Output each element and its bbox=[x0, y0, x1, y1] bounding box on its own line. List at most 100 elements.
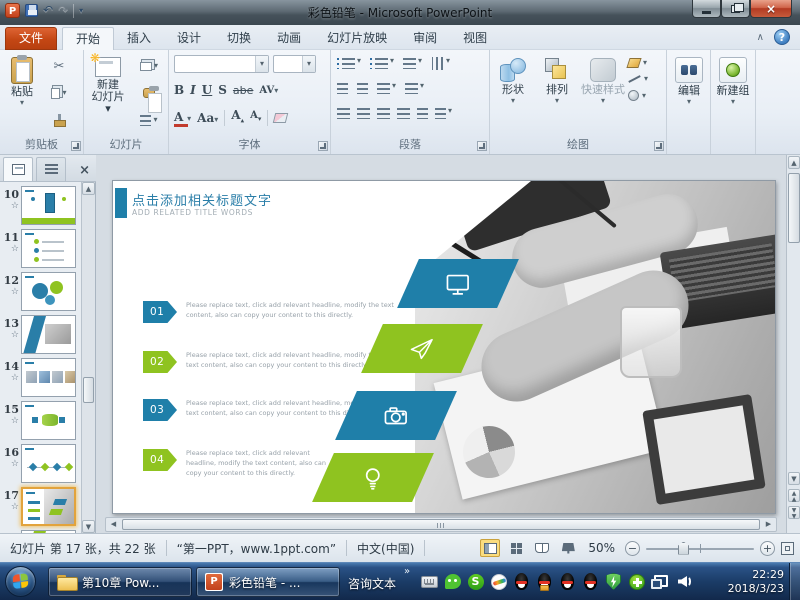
shape-outline-button[interactable]: ▾ bbox=[628, 76, 648, 82]
increase-indent-button[interactable] bbox=[357, 83, 368, 94]
slide-thumbnail[interactable] bbox=[21, 487, 76, 526]
item-text[interactable]: Please replace text, click add relevant … bbox=[186, 448, 338, 478]
taskbar-clock[interactable]: 22:29 2018/3/23 bbox=[728, 568, 784, 596]
close-button[interactable]: × bbox=[750, 0, 792, 18]
align-left-button[interactable] bbox=[337, 108, 350, 119]
scroll-right-icon[interactable]: ▶ bbox=[761, 518, 776, 531]
shapes-button[interactable]: 形状 ▾ bbox=[492, 54, 534, 136]
reading-view-button[interactable] bbox=[532, 539, 552, 557]
dialog-launcher-icon[interactable] bbox=[654, 141, 664, 151]
line-spacing-button[interactable]: ▾ bbox=[403, 58, 422, 69]
chevron-down-icon[interactable]: ▾ bbox=[302, 56, 315, 72]
network-icon[interactable] bbox=[650, 572, 669, 591]
sidebar-scrollbar[interactable]: ▲ ▼ bbox=[81, 182, 95, 533]
font-size-select[interactable]: ▾ bbox=[273, 55, 316, 73]
tab-slides-thumbnails[interactable] bbox=[3, 157, 33, 181]
help-icon[interactable]: ? bbox=[774, 29, 790, 45]
vertical-scrollbar[interactable]: ▲ ▼ ▲▲ ▼▼ bbox=[786, 155, 800, 533]
minimize-button[interactable] bbox=[692, 0, 721, 18]
chevron-down-icon[interactable]: ▾ bbox=[255, 56, 268, 72]
qq-browser-icon[interactable] bbox=[489, 572, 508, 591]
new-group-button[interactable]: 新建组 ▾ bbox=[713, 54, 753, 136]
qq-icon[interactable] bbox=[512, 572, 531, 591]
tab-slideshow[interactable]: 幻灯片放映 bbox=[314, 27, 400, 50]
qq-folder-icon[interactable] bbox=[535, 572, 554, 591]
tab-animations[interactable]: 动画 bbox=[264, 27, 314, 50]
smartart-button[interactable]: ▾ bbox=[435, 108, 452, 119]
close-pane-icon[interactable]: × bbox=[79, 165, 90, 177]
slideshow-view-button[interactable] bbox=[558, 539, 578, 557]
font-name-select[interactable]: ▾ bbox=[174, 55, 269, 73]
scroll-left-icon[interactable]: ◀ bbox=[106, 518, 121, 531]
security-shield-icon[interactable] bbox=[604, 572, 623, 591]
sogou-icon[interactable]: S bbox=[466, 572, 485, 591]
arrange-button[interactable]: 排列 ▾ bbox=[536, 54, 578, 136]
animation-star-icon[interactable]: ☆ bbox=[0, 201, 19, 211]
slide-thumbnail[interactable] bbox=[21, 186, 76, 225]
scroll-up-icon[interactable]: ▲ bbox=[788, 156, 800, 169]
volume-icon[interactable] bbox=[673, 572, 692, 591]
horizontal-scrollbar[interactable]: ◀ ▶ bbox=[105, 517, 777, 532]
taskbar-item-powerpoint[interactable]: 彩色铅笔 - ... bbox=[196, 567, 340, 597]
tab-insert[interactable]: 插入 bbox=[114, 27, 164, 50]
tab-review[interactable]: 审阅 bbox=[400, 27, 450, 50]
new-slide-button[interactable]: ❋ 新建幻灯片 ▾ bbox=[88, 54, 128, 136]
zoom-slider[interactable] bbox=[646, 541, 754, 556]
shadow-button[interactable]: S bbox=[218, 82, 227, 98]
start-button[interactable] bbox=[5, 566, 36, 597]
zoom-in-button[interactable]: + bbox=[760, 541, 775, 556]
item-text[interactable]: Please replace text, click add relevant … bbox=[186, 300, 398, 320]
dialog-launcher-icon[interactable] bbox=[71, 141, 81, 151]
paste-button[interactable]: 粘贴 ▾ bbox=[2, 54, 42, 136]
slide-thumbnail[interactable] bbox=[21, 315, 76, 354]
slide-title[interactable]: 点击添加相关标题文字 bbox=[132, 190, 272, 209]
decrease-indent-button[interactable] bbox=[337, 83, 348, 94]
dialog-launcher-icon[interactable] bbox=[477, 141, 487, 151]
edit-button[interactable]: 编辑 ▾ bbox=[669, 54, 709, 136]
change-case-button[interactable]: Aa▾ bbox=[197, 110, 218, 126]
item-text[interactable]: Please replace text, click add relevant … bbox=[186, 350, 382, 370]
align-text-button[interactable]: ▾ bbox=[405, 83, 424, 94]
zoom-slider-thumb[interactable] bbox=[678, 542, 689, 555]
cut-button[interactable]: ✂ bbox=[46, 56, 72, 76]
animation-star-icon[interactable]: ☆ bbox=[0, 244, 19, 254]
underline-button[interactable]: U bbox=[202, 82, 212, 98]
qq-icon[interactable] bbox=[581, 572, 600, 591]
align-center-button[interactable] bbox=[357, 108, 370, 119]
numbering-button[interactable]: ▾ bbox=[370, 58, 394, 69]
font-color-button[interactable]: A ▾ bbox=[174, 109, 191, 127]
dialog-launcher-icon[interactable] bbox=[318, 141, 328, 151]
show-desktop-button[interactable] bbox=[789, 563, 800, 600]
toolbar-overflow-icon[interactable]: » bbox=[404, 566, 410, 577]
slide-subtitle[interactable]: ADD RELATED TITLE WORDS bbox=[132, 208, 253, 217]
tab-home[interactable]: 开始 bbox=[62, 27, 114, 50]
tab-file[interactable]: 文件 bbox=[5, 27, 57, 50]
strikethrough-button[interactable]: abe bbox=[233, 82, 254, 99]
slide-thumbnail[interactable] bbox=[21, 444, 76, 483]
animation-star-icon[interactable]: ☆ bbox=[0, 373, 19, 383]
grow-font-button[interactable]: A▴ bbox=[231, 107, 244, 128]
clear-formatting-button[interactable] bbox=[273, 113, 288, 123]
tab-design[interactable]: 设计 bbox=[164, 27, 214, 50]
text-direction-button[interactable]: ▾ bbox=[431, 58, 450, 69]
animation-star-icon[interactable]: ☆ bbox=[0, 502, 19, 512]
character-spacing-button[interactable]: AV▾ bbox=[259, 81, 278, 99]
animation-star-icon[interactable]: ☆ bbox=[0, 416, 19, 426]
bold-button[interactable]: B bbox=[174, 82, 184, 98]
shape-effects-button[interactable]: ▾ bbox=[628, 90, 648, 101]
italic-button[interactable]: I bbox=[190, 82, 196, 98]
scrollbar-thumb[interactable] bbox=[83, 377, 94, 403]
layout-button[interactable]: ▾ bbox=[136, 56, 162, 76]
scroll-down-icon[interactable]: ▼ bbox=[788, 472, 800, 485]
zoom-level[interactable]: 50% bbox=[584, 541, 619, 555]
language-indicator[interactable]: 中文(中国) bbox=[347, 540, 424, 557]
collapse-ribbon-icon[interactable]: ∧ bbox=[757, 32, 764, 43]
animation-star-icon[interactable]: ☆ bbox=[0, 330, 19, 340]
slide-thumbnail[interactable] bbox=[21, 358, 76, 397]
keyboard-icon[interactable] bbox=[420, 572, 439, 591]
tab-transitions[interactable]: 切换 bbox=[214, 27, 264, 50]
columns-button[interactable]: ▾ bbox=[377, 83, 396, 94]
scroll-up-icon[interactable]: ▲ bbox=[82, 182, 95, 195]
scroll-down-icon[interactable]: ▼ bbox=[82, 520, 95, 533]
scrollbar-thumb[interactable] bbox=[122, 519, 760, 530]
